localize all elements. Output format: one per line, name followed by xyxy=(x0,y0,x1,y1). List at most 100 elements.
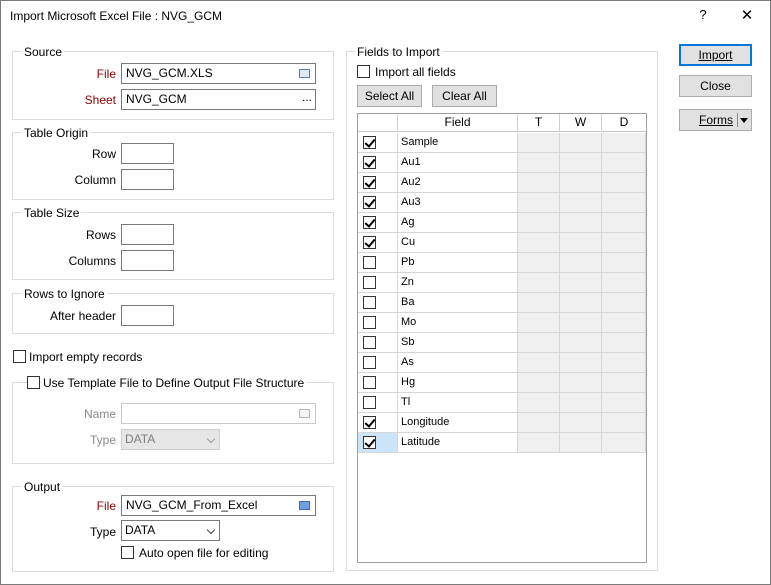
row-checkbox-cell[interactable] xyxy=(358,293,398,313)
row-field-cell[interactable]: Au2 xyxy=(398,173,518,193)
source-file-input[interactable]: NVG_GCM.XLS xyxy=(121,63,316,84)
table-row[interactable]: Au3 xyxy=(358,193,646,213)
row-t-cell[interactable] xyxy=(518,133,560,153)
field-checkbox[interactable] xyxy=(363,216,376,229)
row-checkbox-cell[interactable] xyxy=(358,393,398,413)
row-checkbox-cell[interactable] xyxy=(358,193,398,213)
row-w-cell[interactable] xyxy=(560,313,602,333)
row-checkbox-cell[interactable] xyxy=(358,273,398,293)
table-row[interactable]: Ag xyxy=(358,213,646,233)
table-row[interactable]: Pb xyxy=(358,253,646,273)
row-d-cell[interactable] xyxy=(602,133,646,153)
use-template-label[interactable]: Use Template File to Define Output File … xyxy=(41,376,307,390)
row-checkbox-cell[interactable] xyxy=(358,373,398,393)
row-t-cell[interactable] xyxy=(518,193,560,213)
row-w-cell[interactable] xyxy=(560,353,602,373)
field-checkbox[interactable] xyxy=(363,136,376,149)
row-t-cell[interactable] xyxy=(518,333,560,353)
row-field-cell[interactable]: Ba xyxy=(398,293,518,313)
header-t[interactable]: T xyxy=(518,114,560,132)
select-all-button[interactable]: Select All xyxy=(357,85,422,107)
row-t-cell[interactable] xyxy=(518,433,560,453)
row-w-cell[interactable] xyxy=(560,173,602,193)
columns-input[interactable] xyxy=(121,250,174,271)
row-checkbox-cell[interactable] xyxy=(358,173,398,193)
row-field-cell[interactable]: Sb xyxy=(398,333,518,353)
field-checkbox[interactable] xyxy=(363,316,376,329)
row-w-cell[interactable] xyxy=(560,333,602,353)
row-t-cell[interactable] xyxy=(518,413,560,433)
forms-button[interactable]: Forms xyxy=(679,109,752,131)
row-t-cell[interactable] xyxy=(518,173,560,193)
row-field-cell[interactable]: Pb xyxy=(398,253,518,273)
row-field-cell[interactable]: Longitude xyxy=(398,413,518,433)
row-t-cell[interactable] xyxy=(518,393,560,413)
row-w-cell[interactable] xyxy=(560,193,602,213)
forms-dropdown-icon[interactable] xyxy=(740,118,748,123)
table-row[interactable]: Ba xyxy=(358,293,646,313)
table-row[interactable]: Hg xyxy=(358,373,646,393)
field-checkbox[interactable] xyxy=(363,436,376,449)
row-w-cell[interactable] xyxy=(560,413,602,433)
row-w-cell[interactable] xyxy=(560,253,602,273)
row-field-cell[interactable]: As xyxy=(398,353,518,373)
column-input[interactable] xyxy=(121,169,174,190)
table-row[interactable]: Cu xyxy=(358,233,646,253)
row-checkbox-cell[interactable] xyxy=(358,233,398,253)
row-t-cell[interactable] xyxy=(518,293,560,313)
import-empty-records-label[interactable]: Import empty records xyxy=(29,350,142,364)
field-checkbox[interactable] xyxy=(363,396,376,409)
row-d-cell[interactable] xyxy=(602,253,646,273)
table-row[interactable]: As xyxy=(358,353,646,373)
field-checkbox[interactable] xyxy=(363,176,376,189)
row-w-cell[interactable] xyxy=(560,273,602,293)
help-button[interactable]: ? xyxy=(693,7,713,22)
close-window-button[interactable]: ✕ xyxy=(734,5,760,27)
field-checkbox[interactable] xyxy=(363,156,376,169)
table-row[interactable]: Sb xyxy=(358,333,646,353)
row-d-cell[interactable] xyxy=(602,373,646,393)
row-w-cell[interactable] xyxy=(560,213,602,233)
table-row[interactable]: Au2 xyxy=(358,173,646,193)
output-type-select[interactable]: DATA xyxy=(121,520,220,541)
after-header-input[interactable] xyxy=(121,305,174,326)
row-w-cell[interactable] xyxy=(560,393,602,413)
row-d-cell[interactable] xyxy=(602,193,646,213)
table-row[interactable]: Au1 xyxy=(358,153,646,173)
field-checkbox[interactable] xyxy=(363,356,376,369)
field-checkbox[interactable] xyxy=(363,196,376,209)
row-w-cell[interactable] xyxy=(560,433,602,453)
row-w-cell[interactable] xyxy=(560,233,602,253)
row-field-cell[interactable]: Mo xyxy=(398,313,518,333)
row-t-cell[interactable] xyxy=(518,273,560,293)
output-browse-icon[interactable] xyxy=(299,501,310,510)
source-sheet-input[interactable]: NVG_GCM ... xyxy=(121,89,316,110)
sheet-browse-icon[interactable]: ... xyxy=(302,90,312,105)
field-checkbox[interactable] xyxy=(363,416,376,429)
row-d-cell[interactable] xyxy=(602,353,646,373)
close-button[interactable]: Close xyxy=(679,75,752,97)
row-t-cell[interactable] xyxy=(518,313,560,333)
rows-input[interactable] xyxy=(121,224,174,245)
row-field-cell[interactable]: Au1 xyxy=(398,153,518,173)
row-checkbox-cell[interactable] xyxy=(358,353,398,373)
row-field-cell[interactable]: Zn xyxy=(398,273,518,293)
row-checkbox-cell[interactable] xyxy=(358,213,398,233)
table-row[interactable]: Zn xyxy=(358,273,646,293)
field-checkbox[interactable] xyxy=(363,376,376,389)
table-row[interactable]: Longitude xyxy=(358,413,646,433)
row-d-cell[interactable] xyxy=(602,153,646,173)
row-field-cell[interactable]: Ag xyxy=(398,213,518,233)
row-w-cell[interactable] xyxy=(560,293,602,313)
field-checkbox[interactable] xyxy=(363,256,376,269)
row-d-cell[interactable] xyxy=(602,213,646,233)
field-checkbox[interactable] xyxy=(363,236,376,249)
row-d-cell[interactable] xyxy=(602,233,646,253)
row-w-cell[interactable] xyxy=(560,373,602,393)
row-field-cell[interactable]: Au3 xyxy=(398,193,518,213)
row-t-cell[interactable] xyxy=(518,153,560,173)
row-d-cell[interactable] xyxy=(602,433,646,453)
row-field-cell[interactable]: Cu xyxy=(398,233,518,253)
import-button[interactable]: Import xyxy=(679,44,752,66)
row-field-cell[interactable]: Latitude xyxy=(398,433,518,453)
